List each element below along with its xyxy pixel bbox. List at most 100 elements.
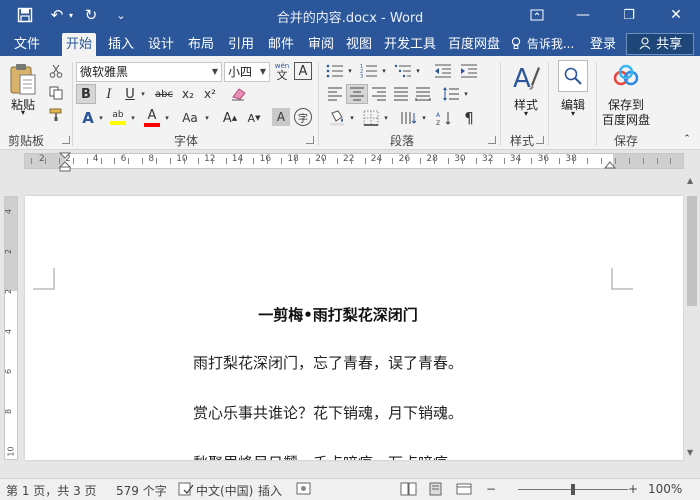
paste-dropdown-icon[interactable]: ▾ (18, 108, 28, 117)
first-line-indent-marker[interactable] (58, 152, 72, 175)
text-effects-icon[interactable]: A (78, 108, 98, 128)
format-painter-icon[interactable] (46, 106, 66, 124)
zoom-out-button[interactable]: − (486, 482, 496, 496)
multilevel-list-icon[interactable] (392, 62, 414, 80)
editing-icon[interactable] (558, 60, 588, 92)
minimize-button[interactable]: — (560, 0, 606, 30)
shrink-font-button[interactable]: A ▼ (244, 108, 264, 128)
paragraph-launcher-icon[interactable] (488, 136, 496, 144)
editing-dropdown-icon[interactable]: ▾ (567, 109, 579, 118)
read-mode-icon[interactable] (400, 482, 418, 496)
right-indent-marker[interactable] (603, 160, 617, 174)
ribbon-display-options-icon[interactable] (514, 0, 560, 30)
numbering-icon[interactable]: 123 (358, 62, 380, 80)
font-color-icon[interactable]: A (142, 106, 162, 128)
tab-developer[interactable]: 开发工具 (380, 33, 440, 56)
character-border-icon[interactable]: A (294, 62, 312, 80)
share-button[interactable]: 共享 (626, 33, 694, 55)
tab-design[interactable]: 设计 (144, 33, 178, 56)
align-left-icon[interactable] (324, 84, 346, 104)
redo-icon[interactable]: ↻ (80, 4, 102, 26)
word-count[interactable]: 579 个字 (116, 482, 167, 499)
highlight-dropdown-icon[interactable]: ▾ (128, 108, 138, 128)
underline-button[interactable]: U (122, 84, 138, 104)
phonetic-guide-icon[interactable]: wén 文 (272, 60, 292, 82)
underline-dropdown-icon[interactable]: ▾ (138, 84, 148, 104)
styles-dropdown-icon[interactable]: ▾ (520, 109, 532, 118)
undo-dropdown-icon[interactable]: ▾ (64, 4, 78, 26)
shading-icon[interactable] (326, 108, 348, 128)
collapse-ribbon-icon[interactable]: ⌃ (680, 132, 694, 146)
proofing-icon[interactable] (178, 482, 196, 496)
tab-insert[interactable]: 插入 (104, 33, 138, 56)
font-color-dropdown-icon[interactable]: ▾ (162, 108, 172, 128)
tab-review[interactable]: 审阅 (304, 33, 338, 56)
clear-formatting-icon[interactable] (228, 84, 250, 104)
superscript-button[interactable]: x² (200, 84, 220, 104)
character-shading-button[interactable]: A (272, 108, 290, 126)
line-spacing-icon[interactable] (440, 84, 462, 104)
restore-button[interactable]: ❐ (606, 0, 652, 30)
tab-file[interactable]: 文件 (10, 33, 44, 56)
tab-layout[interactable]: 布局 (184, 33, 218, 56)
highlight-color-icon[interactable]: ab (108, 106, 128, 128)
tab-home[interactable]: 开始 (62, 33, 97, 56)
bullets-icon[interactable] (324, 62, 346, 80)
increase-indent-icon[interactable] (458, 62, 480, 80)
page-count[interactable]: 第 1 页，共 3 页 (6, 482, 97, 499)
grow-font-button[interactable]: A ▲ (220, 108, 240, 128)
font-size-combo[interactable]: 小四 ▼ (224, 62, 270, 82)
line-spacing-dropdown-icon[interactable]: ▾ (462, 84, 470, 104)
borders-dropdown-icon[interactable]: ▾ (382, 108, 390, 128)
tell-me-search[interactable]: 告诉我... (511, 33, 574, 56)
zoom-level[interactable]: 100% (648, 482, 682, 496)
cut-icon[interactable] (46, 62, 66, 80)
zoom-slider-thumb[interactable] (571, 484, 575, 495)
customize-quick-access-icon[interactable]: ⌄ (110, 4, 132, 26)
font-launcher-icon[interactable] (306, 136, 314, 144)
shading-dropdown-icon[interactable]: ▾ (348, 108, 356, 128)
insert-mode[interactable]: 插入 (258, 482, 282, 499)
bold-button[interactable]: B (76, 84, 96, 104)
zoom-in-button[interactable]: + (628, 482, 638, 496)
text-effects-dropdown-icon[interactable]: ▾ (96, 108, 106, 128)
scrollbar-thumb[interactable] (687, 196, 697, 306)
bullets-dropdown-icon[interactable]: ▾ (346, 62, 354, 80)
web-layout-icon[interactable] (456, 482, 474, 496)
numbering-dropdown-icon[interactable]: ▾ (380, 62, 388, 80)
login-link[interactable]: 登录 (590, 33, 616, 56)
sort-icon[interactable]: AZ (434, 108, 456, 128)
justify-icon[interactable] (390, 84, 412, 104)
baidu-netdisk-icon[interactable] (610, 62, 642, 90)
align-right-icon[interactable] (368, 84, 390, 104)
chinese-layout-dropdown-icon[interactable]: ▾ (420, 108, 428, 128)
tab-view[interactable]: 视图 (342, 33, 376, 56)
multilevel-dropdown-icon[interactable]: ▾ (414, 62, 422, 80)
tab-baidu-netdisk[interactable]: 百度网盘 (444, 33, 504, 56)
copy-icon[interactable] (46, 84, 66, 102)
vertical-scrollbar[interactable]: ▲ ▼ (684, 172, 700, 460)
paste-icon[interactable] (6, 60, 40, 98)
language-indicator[interactable]: 中文(中国) (196, 482, 253, 499)
change-case-dropdown-icon[interactable]: ▾ (202, 108, 212, 128)
tab-mailings[interactable]: 邮件 (264, 33, 298, 56)
align-center-icon[interactable] (346, 84, 368, 104)
scroll-down-icon[interactable]: ▼ (687, 448, 693, 457)
clipboard-launcher-icon[interactable] (62, 136, 70, 144)
vertical-ruler[interactable]: 4 2 2 4 6 8 10 (4, 196, 18, 460)
italic-button[interactable]: I (100, 84, 118, 104)
styles-launcher-icon[interactable] (536, 136, 544, 144)
scroll-up-icon[interactable]: ▲ (687, 176, 693, 185)
tab-references[interactable]: 引用 (224, 33, 258, 56)
print-layout-icon[interactable] (428, 482, 446, 496)
horizontal-ruler[interactable]: 2 2 4 6 8 10 12 14 16 18 20 22 24 26 28 30 32 34 36 38 (24, 153, 684, 169)
chinese-layout-icon[interactable] (398, 108, 420, 128)
font-name-combo[interactable]: 微软雅黑 ▼ (76, 62, 222, 82)
styles-icon[interactable]: A (508, 60, 544, 94)
borders-icon[interactable] (360, 108, 382, 128)
macro-record-icon[interactable] (296, 482, 312, 496)
subscript-button[interactable]: x₂ (178, 84, 198, 104)
change-case-button[interactable]: Aa (178, 108, 202, 128)
enclose-characters-button[interactable]: 字 (294, 108, 312, 126)
distributed-icon[interactable] (412, 84, 434, 104)
